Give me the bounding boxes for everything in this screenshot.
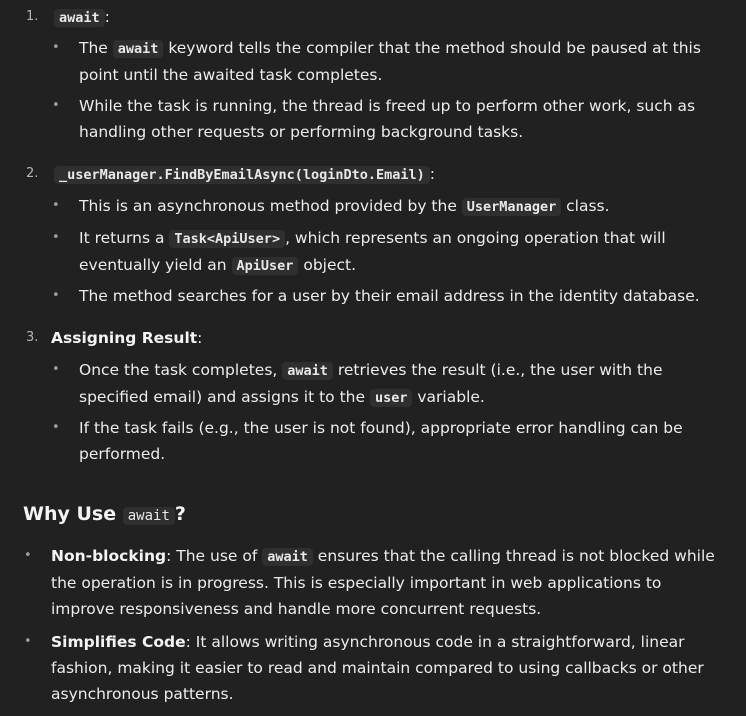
bullet-icon: •: [52, 198, 60, 213]
inline-code: Task<ApiUser>: [169, 230, 286, 248]
bullet-text: Non-blocking: The use of await ensures t…: [51, 547, 715, 618]
bullet-text: The await keyword tells the compiler tha…: [79, 39, 701, 84]
bullet-text: Once the task completes, await retrieves…: [79, 361, 663, 407]
bullet-text: If the task fails (e.g., the user is not…: [79, 419, 683, 463]
bullet-text: While the task is running, the thread is…: [79, 97, 696, 141]
inline-code: await: [54, 9, 105, 27]
list-number: 2.: [26, 166, 39, 181]
heading-suffix: :: [197, 329, 203, 347]
heading-suffix: :: [104, 8, 110, 26]
heading-suffix: :: [429, 165, 435, 183]
inline-code: await: [112, 40, 164, 58]
list-number: 1.: [26, 9, 39, 24]
bullet-label: Non-blocking: [51, 547, 167, 565]
inline-code: await: [282, 362, 333, 380]
bullet-icon: •: [52, 420, 60, 435]
bullet-icon: •: [52, 288, 60, 303]
document: 1. await: • The await keyword tells the …: [0, 0, 746, 716]
bullet-icon: •: [24, 548, 32, 563]
list-number: 3.: [26, 330, 39, 345]
bullet-text: The method searches for a user by their …: [79, 287, 700, 305]
list-item-heading: Assigning Result:: [51, 325, 202, 351]
list-item-heading: await:: [54, 4, 110, 31]
inline-code: user: [369, 389, 413, 407]
inline-code: await: [262, 548, 313, 566]
bullet-text: It returns a Task<ApiUser>, which repres…: [79, 229, 666, 275]
bullet-text: This is an asynchronous method provided …: [79, 197, 610, 216]
bullet-icon: •: [52, 40, 60, 55]
inline-code: UserManager: [461, 198, 562, 216]
inline-code: ApiUser: [231, 257, 299, 275]
bullet-icon: •: [24, 634, 32, 649]
bullet-icon: •: [52, 230, 60, 245]
heading-title: Assigning Result: [51, 329, 198, 347]
list-item-heading: _userManager.FindByEmailAsync(loginDto.E…: [54, 161, 435, 188]
inline-code: _userManager.FindByEmailAsync(loginDto.E…: [54, 166, 430, 184]
section-heading: Why Use await?: [23, 503, 186, 525]
bullet-icon: •: [52, 98, 60, 113]
inline-code: await: [122, 507, 175, 525]
bullet-icon: •: [52, 362, 60, 377]
bullet-text: Simplifies Code: It allows writing async…: [51, 633, 704, 703]
bullet-label: Simplifies Code: [51, 633, 186, 651]
